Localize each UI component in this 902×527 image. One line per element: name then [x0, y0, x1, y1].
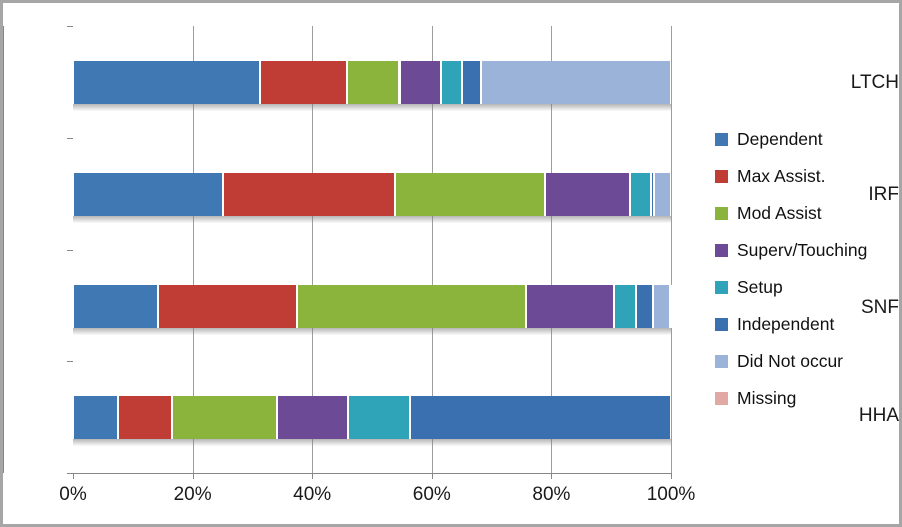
y-axis-line [3, 26, 4, 473]
legend-swatch-icon [715, 170, 728, 183]
legend-label: Max Assist. [737, 166, 826, 186]
legend-label: Dependent [737, 129, 823, 149]
bar-shadow [73, 439, 671, 446]
y-axis-label-ltch: LTCH [850, 72, 899, 93]
legend-label: Mod Assist [737, 203, 822, 223]
legend-item-setup[interactable]: Setup [715, 269, 867, 306]
legend-label: Superv/Touching [737, 240, 868, 260]
x-tick [312, 473, 314, 479]
bar-segment[interactable] [157, 285, 297, 328]
bar-segment[interactable] [223, 173, 396, 216]
x-tick [192, 473, 194, 479]
legend-swatch-icon [715, 281, 728, 294]
x-axis-label: 100% [646, 484, 696, 505]
bar-segment[interactable] [347, 61, 400, 104]
bar-segment[interactable] [545, 173, 631, 216]
bar-segment[interactable] [395, 173, 546, 216]
bar-segment[interactable] [480, 61, 671, 104]
bar-shadow [73, 328, 671, 335]
x-tick [73, 473, 74, 479]
bar-segment[interactable] [410, 396, 671, 439]
chart-container: LTCH IRF SNF HHA 0% 20% 40% 60% 80% 100% Depende… [0, 0, 902, 527]
bar-segment[interactable] [440, 61, 462, 104]
legend-item-dependent[interactable]: Dependent [715, 121, 867, 158]
x-axis-label: 60% [412, 484, 451, 505]
legend-swatch-icon [715, 133, 728, 146]
bar-segment[interactable] [630, 173, 652, 216]
x-axis-label: 80% [532, 484, 571, 505]
bar-segment[interactable] [348, 396, 411, 439]
x-axis-label: 0% [59, 484, 87, 505]
y-tick [67, 138, 73, 139]
bar-shadow [73, 216, 671, 223]
bar-segment[interactable] [260, 61, 348, 104]
legend-label: Setup [737, 277, 783, 297]
x-axis-label: 20% [173, 484, 212, 505]
legend-item-superv-touching[interactable]: Superv/Touching [715, 232, 867, 269]
bar-segment[interactable] [525, 285, 614, 328]
legend-swatch-icon [715, 207, 728, 220]
bar-segment[interactable] [276, 396, 349, 439]
y-tick [67, 361, 73, 362]
legend-label: Did Not occur [737, 351, 844, 371]
legend-swatch-icon [715, 355, 728, 368]
x-axis-line [73, 473, 672, 474]
legend-item-max-assist[interactable]: Max Assist. [715, 158, 867, 195]
legend-item-missing[interactable]: Missing [715, 380, 867, 417]
bar-row-irf [73, 173, 671, 216]
bar-segment[interactable] [653, 285, 670, 328]
bar-segment[interactable] [613, 285, 637, 328]
x-axis-label: 40% [293, 484, 332, 505]
x-tick [431, 473, 433, 479]
bar-segment[interactable] [118, 396, 172, 439]
bar-segment[interactable] [636, 285, 654, 328]
bar-segment[interactable] [296, 285, 526, 328]
x-tick [551, 473, 553, 479]
bar-row-ltch [73, 61, 671, 104]
bar-segment[interactable] [73, 61, 261, 104]
bar-row-hha [73, 396, 671, 439]
bar-segment[interactable] [73, 173, 224, 216]
bar-segment[interactable] [171, 396, 277, 439]
bar-row-snf [73, 285, 672, 328]
x-tick [671, 473, 672, 479]
bar-shadow [73, 104, 671, 111]
legend-swatch-icon [715, 318, 728, 331]
bar-segment[interactable] [654, 173, 671, 216]
bar-segment[interactable] [461, 61, 481, 104]
gridline-100% [671, 26, 672, 473]
bar-segment[interactable] [73, 396, 119, 439]
legend-swatch-icon [715, 244, 728, 257]
legend-label: Missing [737, 388, 797, 408]
legend-item-mod-assist[interactable]: Mod Assist [715, 195, 867, 232]
chart-legend: Dependent Max Assist. Mod Assist Superv/Tou… [715, 121, 867, 417]
y-tick [67, 26, 73, 27]
legend-item-did-not-occur[interactable]: Did Not occur [715, 343, 867, 380]
bar-segment[interactable] [669, 285, 672, 328]
legend-label: Independent [737, 314, 835, 334]
legend-item-independent[interactable]: Independent [715, 306, 867, 343]
legend-swatch-icon [715, 392, 728, 405]
y-tick [67, 250, 73, 251]
bar-segment[interactable] [73, 285, 158, 328]
bar-segment[interactable] [399, 61, 441, 104]
